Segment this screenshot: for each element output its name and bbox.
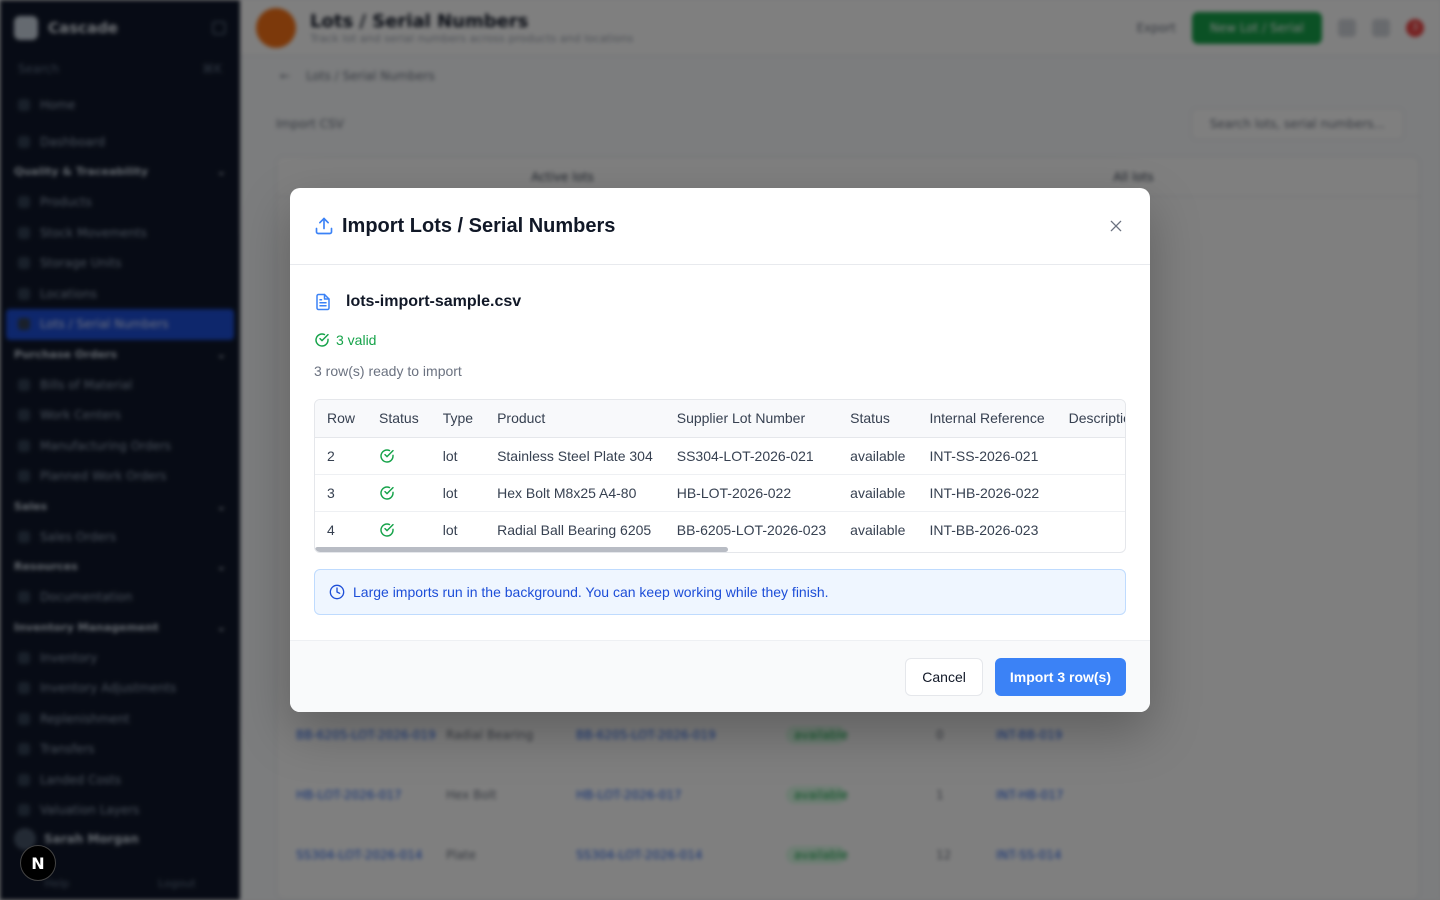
table-row: 4 lot Radial Ball Bearing 6205 BB-6205-LOT-…: [315, 511, 1125, 548]
product-cell: Hex Bolt M8x25 A4-80: [485, 474, 665, 512]
valid-count: 3 valid: [336, 332, 377, 348]
column-header: Product: [485, 400, 665, 438]
type-cell: lot: [442, 521, 458, 538]
product-cell: Radial Ball Bearing 6205: [497, 521, 652, 538]
check-circle-icon: [379, 485, 395, 501]
row-number-cell: 3: [315, 474, 368, 512]
status-cell: [367, 437, 431, 475]
status-cell: [367, 511, 431, 548]
type-cell: lot: [430, 474, 486, 512]
validation-summary: 3 valid: [314, 327, 1126, 353]
modal-title: Import Lots / Serial Numbers: [342, 214, 616, 237]
info-text: Large imports run in the background. You…: [353, 584, 829, 600]
lot-status-cell: available: [838, 437, 918, 475]
column-header: Internal Reference: [917, 400, 1057, 438]
modal-header: Import Lots / Serial Numbers: [290, 188, 1150, 265]
column-header: Supplier Lot Number: [664, 400, 839, 438]
column-header: Status: [838, 400, 918, 438]
description-cell: [1056, 437, 1125, 475]
table-row: 3 lot Hex Bolt M8x25 A4-80 HB-LOT-2026-022 a…: [315, 474, 1125, 512]
dev-tools-badge[interactable]: N: [20, 845, 56, 881]
product-cell: Stainless Steel Plate 304: [485, 437, 665, 475]
column-header: Status: [367, 400, 431, 438]
status-cell: [367, 474, 431, 512]
check-circle-icon: [379, 448, 395, 464]
info-banner: Large imports run in the background. You…: [314, 569, 1126, 615]
check-circle-icon: [314, 332, 330, 348]
scrollbar-thumb[interactable]: [315, 547, 728, 552]
row-number-cell: 2: [315, 437, 368, 475]
internal-reference-cell: INT-BB-2026-023: [929, 521, 1039, 538]
supplier-lot-cell: HB-LOT-2026-022: [664, 474, 839, 512]
table-body: 2 lot Stainless Steel Plate 304 SS304-LOT-2…: [315, 437, 1125, 548]
modal-footer: Cancel Import 3 row(s): [290, 640, 1150, 712]
type-cell: lot: [430, 437, 486, 475]
supplier-lot-cell: SS304-LOT-2026-021: [664, 437, 839, 475]
file-info: lots-import-sample.csv: [314, 289, 1126, 315]
cancel-button[interactable]: Cancel: [905, 657, 983, 696]
lot-status-cell: available: [850, 521, 906, 538]
supplier-lot-cell: BB-6205-LOT-2026-023: [676, 521, 827, 538]
column-header: Row: [315, 400, 368, 438]
column-header: Type: [430, 400, 486, 438]
import-button[interactable]: Import 3 row(s): [994, 657, 1126, 696]
ready-to-import-text: 3 row(s) ready to import: [314, 363, 462, 379]
file-name: lots-import-sample.csv: [346, 293, 522, 310]
description-cell: [1057, 511, 1125, 548]
column-header: Description: [1056, 400, 1125, 438]
modal-body: lots-import-sample.csv 3 valid 3 row(s) …: [290, 265, 1150, 615]
lot-status-cell: available: [838, 474, 918, 512]
file-text-icon: [314, 292, 332, 312]
close-icon[interactable]: [1106, 216, 1126, 236]
table-header-row: Row Status Type Product Supplier Lot Number S…: [315, 400, 1125, 438]
internal-reference-cell: INT-SS-2026-021: [917, 437, 1057, 475]
row-number-cell: 4: [327, 521, 335, 538]
upload-icon: [314, 216, 334, 236]
description-cell: [1056, 474, 1125, 512]
preview-table-container[interactable]: Row Status Type Product Supplier Lot Number S…: [314, 399, 1126, 553]
table-row: 2 lot Stainless Steel Plate 304 SS304-LOT-2…: [315, 437, 1125, 475]
check-circle-icon: [379, 522, 395, 538]
horizontal-scrollbar[interactable]: [315, 546, 1125, 552]
clock-icon: [329, 584, 345, 600]
internal-reference-cell: INT-HB-2026-022: [917, 474, 1057, 512]
preview-table: Row Status Type Product Supplier Lot Number S…: [315, 400, 1125, 548]
import-modal: Import Lots / Serial Numbers lots-import…: [290, 188, 1150, 712]
